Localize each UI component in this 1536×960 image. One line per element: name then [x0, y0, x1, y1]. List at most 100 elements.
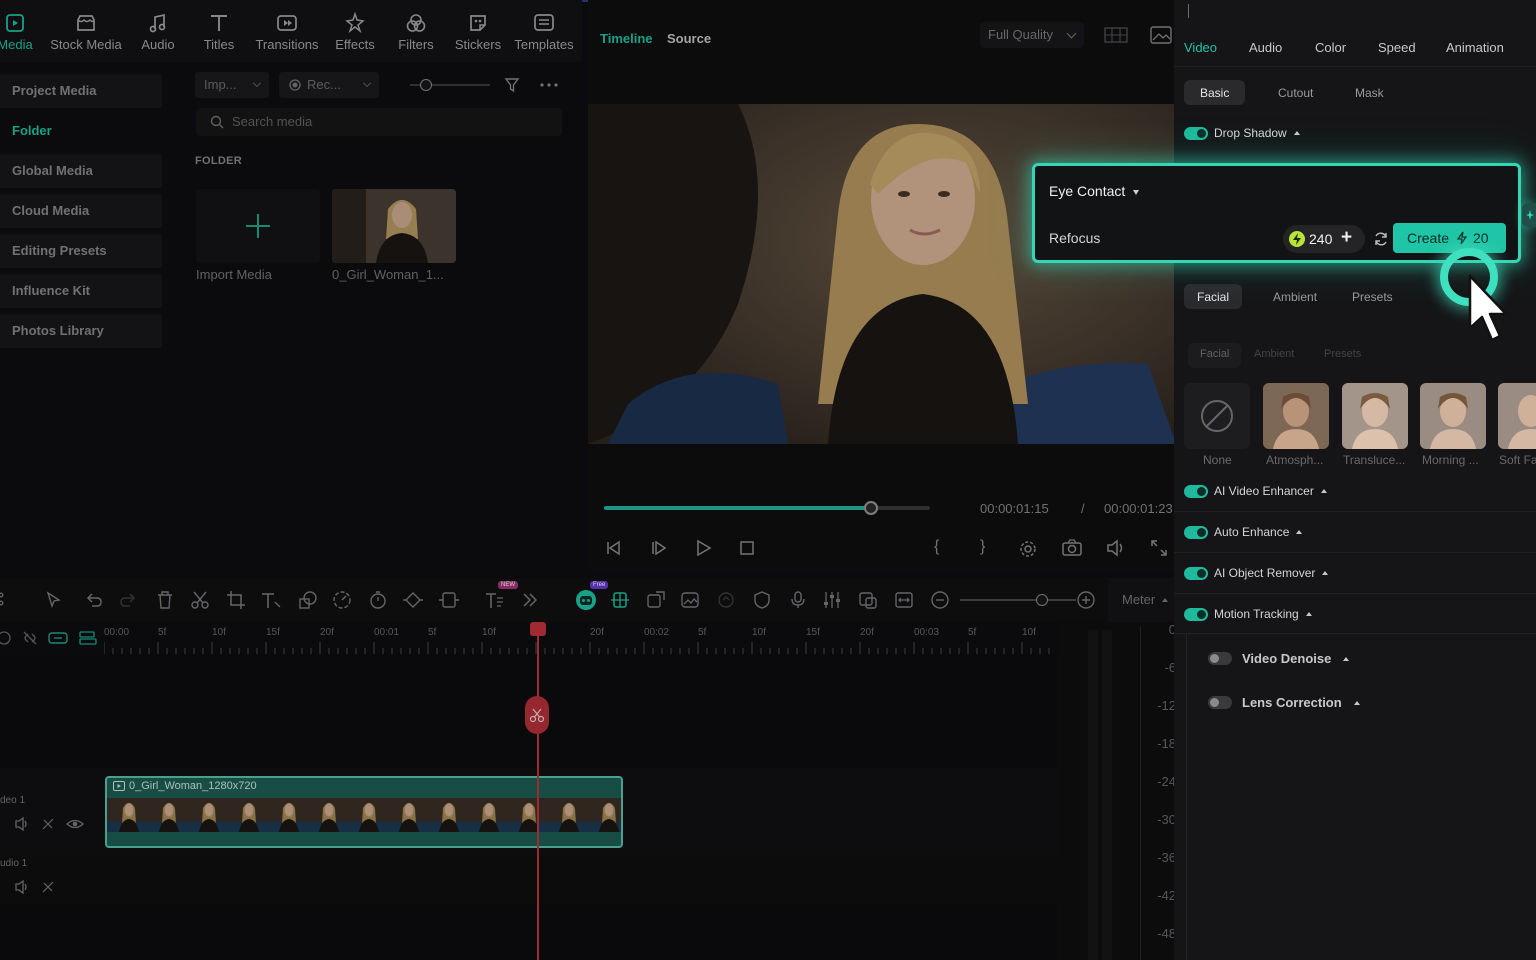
playhead-knob[interactable] — [864, 501, 879, 515]
filter-icon[interactable] — [504, 76, 522, 94]
refresh-icon[interactable] — [1373, 231, 1389, 247]
auto-enhance-toggle[interactable] — [1184, 525, 1208, 539]
video-denoise-toggle[interactable] — [1208, 652, 1232, 665]
ai-object-remover-toggle[interactable] — [1184, 566, 1208, 580]
undo-icon[interactable] — [84, 590, 104, 610]
volume-icon[interactable] — [1106, 539, 1126, 557]
video-denoise-row[interactable]: Video Denoise — [1208, 651, 1350, 666]
motion-tracking-toggle[interactable] — [1184, 607, 1208, 621]
tab-ambient[interactable]: Ambient — [1257, 284, 1333, 309]
toolbar-transitions[interactable]: Transitions — [252, 12, 322, 58]
zoom-slider-knob[interactable] — [1036, 594, 1048, 606]
lock-icon[interactable] — [40, 879, 56, 895]
toolbar-effects[interactable]: Effects — [332, 12, 378, 58]
toolbar-stock-media[interactable]: Stock Media — [48, 12, 124, 58]
sidebar-item-folder[interactable]: Folder — [0, 114, 162, 148]
ai-text-icon[interactable] — [484, 590, 506, 610]
speaker-icon[interactable] — [14, 816, 30, 832]
unlink-icon[interactable] — [22, 630, 38, 646]
tab-source[interactable]: Source — [667, 31, 711, 46]
preset-translucent[interactable] — [1342, 383, 1408, 449]
select-tool-icon[interactable] — [44, 590, 64, 610]
drop-shadow-row[interactable]: Drop Shadow — [1184, 123, 1300, 143]
delete-icon[interactable] — [156, 590, 174, 610]
fit-timeline-icon[interactable] — [894, 590, 914, 610]
subtab-cutout[interactable]: Cutout — [1262, 80, 1329, 105]
toolbar-stickers[interactable]: Stickers — [454, 12, 502, 58]
more-options-icon[interactable] — [539, 76, 559, 94]
playhead-handle[interactable] — [530, 622, 546, 636]
drag-handle-icon[interactable] — [0, 590, 10, 610]
detach-icon[interactable] — [646, 590, 666, 610]
zoom-in-icon[interactable] — [1076, 590, 1096, 610]
camera-icon[interactable] — [1062, 539, 1082, 557]
auto-enhance-row[interactable]: Auto Enhance — [1184, 522, 1303, 542]
split-handle[interactable] — [525, 696, 549, 734]
lens-correction-row[interactable]: Lens Correction — [1208, 695, 1360, 710]
freeze-frame-icon[interactable] — [438, 590, 460, 610]
sidebar-item-cloud-media[interactable]: Cloud Media — [0, 194, 162, 228]
sidebar-item-project-media[interactable]: Project Media — [0, 74, 162, 108]
settings-gear-icon[interactable] — [1018, 539, 1038, 559]
ai-video-enhancer-toggle[interactable] — [1184, 484, 1208, 498]
image-edit-icon[interactable] — [680, 590, 700, 610]
video-clip[interactable]: 0_Girl_Woman_1280x720 — [105, 776, 623, 848]
redo-icon[interactable] — [118, 590, 138, 610]
microphone-icon[interactable] — [788, 590, 808, 610]
sidebar-item-photos-library[interactable]: Photos Library — [0, 314, 162, 348]
toolbar-media[interactable]: Media — [0, 12, 34, 58]
video-preview[interactable] — [588, 104, 1176, 444]
lock-icon[interactable] — [40, 816, 56, 832]
zoom-out-icon[interactable] — [930, 590, 950, 610]
timeline-ruler[interactable]: 00:00 5f 10f 15f 20f 00:01 5f 10f 5f 20f 00:02 5f 10… — [0, 622, 1058, 656]
ai-object-remover-row[interactable]: AI Object Remover — [1184, 563, 1329, 583]
record-dropdown[interactable]: Rec... — [279, 72, 379, 98]
track-layout-icon[interactable] — [78, 630, 98, 646]
toolbar-titles[interactable]: Titles — [198, 12, 240, 58]
credits-badge[interactable]: 240 + — [1283, 225, 1365, 253]
tab-video[interactable]: Video — [1184, 40, 1217, 55]
import-media-tile[interactable] — [196, 189, 320, 263]
link-icon[interactable] — [48, 630, 68, 646]
next-frame-icon[interactable] — [650, 539, 668, 557]
playback-progress-bar[interactable] — [604, 501, 930, 515]
previous-frame-icon[interactable] — [604, 539, 622, 557]
replace-clip-icon[interactable] — [858, 590, 878, 610]
subtab-mask[interactable]: Mask — [1339, 80, 1400, 105]
zoom-slider[interactable] — [960, 594, 1076, 606]
meter-toggle[interactable]: Meter — [1108, 578, 1174, 622]
toolbar-templates[interactable]: Templates — [512, 12, 576, 58]
text-tool-icon[interactable] — [260, 590, 282, 610]
tab-animation[interactable]: Animation — [1446, 40, 1504, 55]
tab-audio[interactable]: Audio — [1249, 40, 1282, 55]
sync-icon[interactable] — [716, 590, 736, 610]
ai-video-enhancer-row[interactable]: AI Video Enhancer — [1184, 481, 1327, 501]
ai-robot-icon[interactable] — [574, 588, 598, 612]
sidebar-item-global-media[interactable]: Global Media — [0, 154, 162, 188]
stop-icon[interactable] — [738, 539, 756, 557]
quality-dropdown[interactable]: Full Quality — [980, 22, 1084, 48]
create-button[interactable]: Create 20 — [1393, 223, 1506, 253]
add-credits-button[interactable]: + — [1341, 227, 1352, 249]
tab-timeline[interactable]: Timeline — [600, 31, 653, 46]
grid-view-icon[interactable] — [1104, 26, 1128, 44]
preset-morning[interactable] — [1420, 383, 1486, 449]
add-track-icon[interactable] — [0, 630, 12, 646]
slider-knob[interactable] — [420, 79, 432, 91]
sidebar-item-editing-presets[interactable]: Editing Presets — [0, 234, 162, 268]
eye-contact-dropdown[interactable]: Eye Contact — [1049, 183, 1140, 199]
chevrons-right-icon[interactable] — [520, 590, 540, 610]
subtab-basic[interactable]: Basic — [1184, 80, 1246, 105]
crop-icon[interactable] — [226, 590, 246, 610]
tab-speed[interactable]: Speed — [1378, 40, 1416, 55]
auto-ripple-icon[interactable] — [610, 590, 630, 610]
sidebar-item-influence-kit[interactable]: Influence Kit — [0, 274, 162, 308]
audio-mixer-icon[interactable] — [822, 590, 842, 610]
play-icon[interactable] — [694, 539, 712, 557]
motion-tracking-row[interactable]: Motion Tracking — [1184, 604, 1312, 624]
fullscreen-icon[interactable] — [1150, 539, 1168, 557]
timer-icon[interactable] — [368, 590, 388, 610]
tab-color[interactable]: Color — [1315, 40, 1346, 55]
eye-icon[interactable] — [66, 816, 84, 832]
keyframe-icon[interactable] — [402, 590, 424, 610]
